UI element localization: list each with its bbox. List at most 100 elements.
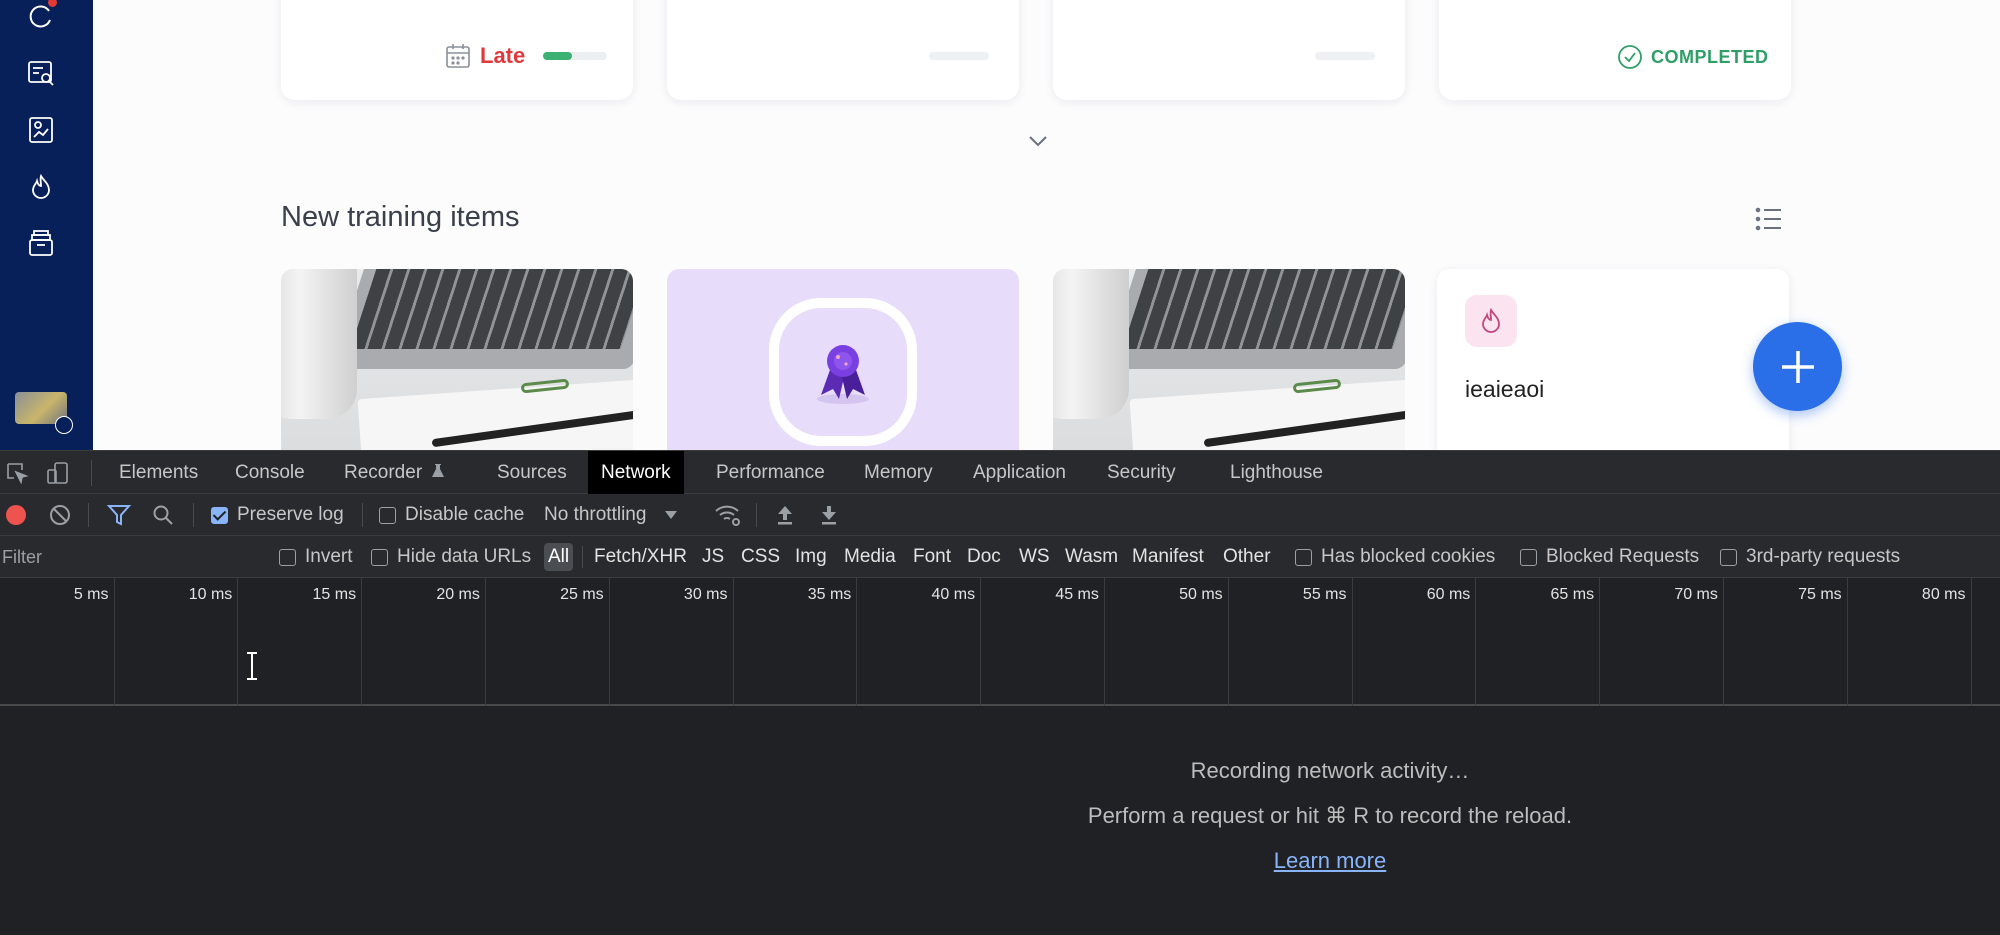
third-party-requests-checkbox[interactable]: 3rd-party requests — [1720, 536, 1900, 578]
checkbox — [279, 548, 296, 566]
timeline-tick-label: 70 ms — [1674, 586, 1718, 603]
filter-type-media[interactable]: Media — [840, 543, 900, 571]
tab-console[interactable]: Console — [222, 451, 318, 494]
filter-type-font[interactable]: Font — [909, 543, 955, 571]
throttling-value: No throttling — [544, 504, 647, 525]
tab-sources[interactable]: Sources — [484, 451, 580, 494]
checkbox-checked — [211, 506, 228, 524]
add-button[interactable] — [1753, 322, 1842, 411]
timeline-tick-label: 20 ms — [436, 586, 480, 603]
check-circle-icon — [1618, 45, 1642, 69]
wifi-settings-icon — [715, 505, 740, 526]
filter-type-wasm[interactable]: Wasm — [1061, 543, 1122, 571]
throttling-select[interactable]: No throttling — [544, 494, 678, 536]
network-overview-timeline[interactable]: 5 ms 10 ms 15 ms 20 ms 25 ms 30 ms 35 ms 40 ms 4… — [0, 578, 2000, 706]
app-view: Late COMPLETED New training items ieaiea… — [0, 0, 2000, 450]
divider — [88, 503, 89, 527]
divider — [756, 503, 757, 527]
disable-cache-checkbox[interactable]: Disable cache — [379, 494, 524, 536]
invert-label: Invert — [305, 546, 353, 567]
empty-state-title: Recording network activity… — [1190, 758, 1470, 783]
training-item-card[interactable] — [1053, 269, 1405, 450]
filter-type-other[interactable]: Other — [1219, 543, 1275, 571]
timeline-gridline — [361, 578, 363, 706]
empty-state: Recording network activity… Perform a re… — [0, 706, 2000, 935]
progress-bar-fill — [543, 52, 573, 60]
timeline-gridline — [1846, 578, 1848, 706]
tab-lighthouse[interactable]: Lighthouse — [1217, 451, 1336, 494]
filter-type-manifest[interactable]: Manifest — [1128, 543, 1208, 571]
flame-icon[interactable] — [25, 171, 57, 203]
clear-button[interactable] — [49, 494, 71, 536]
tab-security[interactable]: Security — [1094, 451, 1189, 494]
hide-data-urls-checkbox[interactable]: Hide data URLs — [371, 536, 531, 578]
calendar-icon — [446, 44, 470, 68]
section-title: New training items — [281, 201, 520, 233]
filter-type-js[interactable]: JS — [698, 543, 728, 571]
search-button[interactable] — [152, 494, 174, 536]
avatar[interactable] — [15, 392, 73, 434]
filter-toggle-button[interactable] — [107, 494, 131, 536]
divider — [362, 503, 363, 527]
export-har-button[interactable] — [819, 494, 839, 536]
filter-input[interactable] — [0, 542, 256, 572]
hide-data-urls-label: Hide data URLs — [397, 546, 532, 567]
late-status: Late — [444, 42, 608, 70]
timeline-gridline — [980, 578, 982, 706]
filter-type-all[interactable]: All — [544, 543, 574, 571]
divider — [582, 546, 583, 568]
invert-checkbox[interactable]: Invert — [279, 536, 353, 578]
archive-icon[interactable] — [25, 228, 57, 260]
training-item-card[interactable]: ieaieaoi — [1437, 269, 1789, 450]
tab-memory[interactable]: Memory — [851, 451, 946, 494]
timeline-gridline — [113, 578, 115, 706]
tab-performance[interactable]: Performance — [703, 451, 838, 494]
training-card[interactable] — [667, 0, 1019, 100]
record-button[interactable] — [6, 494, 26, 536]
timeline-gridline — [1970, 578, 1972, 706]
filter-type-fetch-xhr[interactable]: Fetch/XHR — [590, 543, 691, 571]
timeline-gridline — [1227, 578, 1229, 706]
timeline-gridline — [608, 578, 610, 706]
inspect-element-icon[interactable] — [5, 461, 29, 485]
placeholder-bar — [1315, 52, 1375, 60]
clock-icon — [55, 416, 73, 434]
tab-application[interactable]: Application — [960, 451, 1079, 494]
refresh-icon[interactable] — [25, 0, 57, 32]
filter-type-css[interactable]: CSS — [737, 543, 784, 571]
tab-elements[interactable]: Elements — [106, 451, 211, 494]
training-item-card[interactable] — [281, 269, 633, 450]
record-icon — [6, 505, 26, 525]
list-view-icon[interactable] — [1754, 204, 1784, 234]
filter-type-doc[interactable]: Doc — [963, 543, 1005, 571]
timeline-gridline — [1351, 578, 1353, 706]
learn-more-link[interactable]: Learn more — [1230, 848, 1430, 874]
search-icon — [153, 505, 173, 525]
network-filter-bar: Invert Hide data URLs All Fetch/XHR JS C… — [0, 536, 2000, 578]
chevron-down-icon[interactable] — [1027, 130, 1049, 152]
network-toolbar: Preserve log Disable cache No throttling — [0, 494, 2000, 536]
preserve-log-checkbox[interactable]: Preserve log — [211, 494, 344, 536]
has-blocked-cookies-checkbox[interactable]: Has blocked cookies — [1295, 536, 1495, 578]
filter-type-ws[interactable]: WS — [1015, 543, 1054, 571]
award-ribbon-icon — [817, 345, 869, 404]
blocked-requests-checkbox[interactable]: Blocked Requests — [1520, 536, 1699, 578]
devtools-panel: Elements Console Recorder Sources Networ… — [0, 450, 2000, 935]
tab-recorder[interactable]: Recorder — [331, 451, 458, 494]
progress-bar — [543, 52, 608, 60]
import-har-button[interactable] — [775, 494, 795, 536]
badge-frame — [769, 298, 917, 446]
search-list-icon[interactable] — [25, 57, 57, 89]
filter-type-img[interactable]: Img — [791, 543, 831, 571]
tab-network[interactable]: Network — [588, 451, 684, 494]
timeline-gridline — [237, 578, 239, 706]
timeline-tick-label: 60 ms — [1426, 586, 1471, 603]
report-icon[interactable] — [25, 114, 57, 146]
device-toolbar-icon[interactable] — [46, 461, 70, 485]
dropdown-arrow-icon — [665, 511, 678, 519]
network-conditions-button[interactable] — [714, 494, 742, 536]
download-icon — [822, 506, 836, 525]
plus-icon — [1781, 350, 1814, 383]
training-card[interactable] — [1053, 0, 1405, 100]
training-item-card[interactable] — [667, 269, 1019, 450]
